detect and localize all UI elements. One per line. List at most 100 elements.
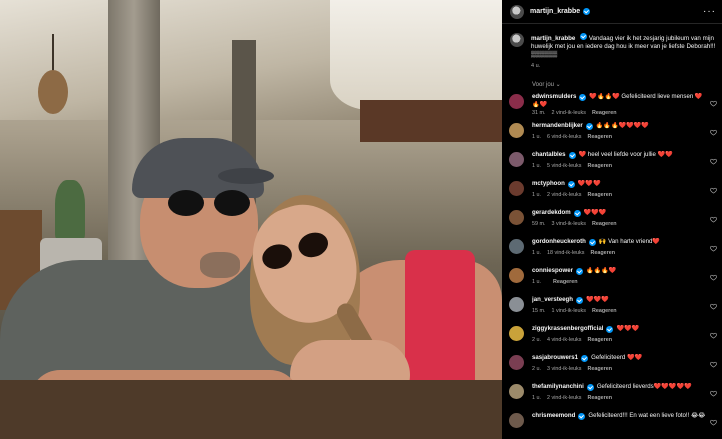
caption-username[interactable]: martijn_krabbe	[531, 35, 575, 42]
commenter-avatar[interactable]	[509, 94, 524, 109]
comment-time: 59 m.	[532, 221, 546, 227]
reply-button[interactable]: Reageren	[587, 134, 612, 140]
comment-row: mctyphoon ❤️❤️❤️ 1 u. 2 vind-ik-leuks Reager…	[502, 180, 722, 209]
commenter-username[interactable]: chantalbles	[532, 151, 566, 159]
comment-time: 31 m.	[532, 110, 546, 116]
heart-icon[interactable]	[710, 274, 717, 281]
heart-icon[interactable]	[710, 390, 717, 397]
comment-time: 1 u.	[532, 395, 541, 401]
post-header: martijn_krabbe ···	[502, 0, 722, 24]
comment-body: conniespower 🔥🔥🔥❤️ 1 u. Reageren	[532, 267, 707, 296]
comment-row: gordonheuckeroth 🙌 Van harte vriend❤️ 1 u.…	[502, 238, 722, 267]
heart-icon[interactable]	[710, 419, 717, 426]
photo-roof-wood	[360, 100, 502, 142]
comment-meta: 1 u. Reageren	[532, 279, 707, 285]
reply-button[interactable]: Reageren	[587, 163, 612, 169]
comment-text: ❤️❤️❤️	[616, 325, 640, 332]
commenter-avatar[interactable]	[509, 239, 524, 254]
comment-sort-label[interactable]: Voor jou ⌄	[532, 81, 561, 88]
comment-row: chrismeemond Gefeliciteerd!!! En wat een …	[502, 412, 722, 439]
reply-button[interactable]: Reageren	[587, 337, 612, 343]
commenter-avatar[interactable]	[509, 413, 524, 428]
heart-icon[interactable]	[710, 303, 717, 310]
comment-row: gerardekdom ❤️❤️❤️ 59 m. 3 vind-ik-leuks Rea…	[502, 209, 722, 238]
comment-line: edwinsmulders ❤️🔥🔥❤️ Gefeliciteerd lieve …	[532, 93, 707, 101]
comment-likes[interactable]: 6 vind-ik-leuks	[547, 134, 581, 140]
comment-body: thefamilynanchini Gefeliciteerd lieverds❤…	[532, 383, 707, 412]
reply-button[interactable]: Reageren	[592, 308, 617, 314]
commenter-username[interactable]: jan_versteegh	[532, 296, 573, 304]
comment-time: 1 u.	[532, 250, 541, 256]
reply-button[interactable]: Reageren	[553, 279, 578, 285]
comment-line: sasjabrouwers1 Gefeliciteerd ❤️❤️	[532, 354, 707, 362]
comment-text: ❤️ heel veel liefde voor jullie ❤️❤️	[578, 151, 673, 158]
commenter-avatar[interactable]	[509, 152, 524, 167]
commenter-username[interactable]: gerardekdom	[532, 209, 571, 217]
heart-icon[interactable]	[710, 216, 717, 223]
comment-likes[interactable]: 3 vind-ik-leuks	[547, 366, 581, 372]
commenter-avatar[interactable]	[509, 355, 524, 370]
heart-icon[interactable]	[710, 361, 717, 368]
commenter-avatar[interactable]	[509, 181, 524, 196]
heart-icon[interactable]	[710, 245, 717, 252]
commenter-avatar[interactable]	[509, 210, 524, 225]
comment-meta: 2 u. 3 vind-ik-leuks Reageren	[532, 366, 707, 372]
commenter-username[interactable]: chrismeemond	[532, 412, 575, 420]
comment-text: ❤️❤️❤️	[577, 180, 601, 187]
heart-icon[interactable]	[710, 332, 717, 339]
reply-button[interactable]: Reageren	[592, 110, 617, 116]
comment-likes[interactable]: 2 vind-ik-leuks	[551, 110, 585, 116]
comment-meta: 1 u. 2 vind-ik-leuks Reageren	[532, 192, 707, 198]
heart-icon[interactable]	[710, 187, 717, 194]
heart-icon[interactable]	[710, 129, 717, 136]
verified-badge-icon	[583, 8, 591, 15]
verified-badge-icon	[575, 267, 583, 275]
commenter-username[interactable]: sasjabrouwers1	[532, 354, 578, 362]
post-photo[interactable]	[0, 0, 502, 439]
photo-awning	[330, 0, 502, 110]
comment-meta: 31 m. 2 vind-ik-leuks Reageren	[532, 110, 707, 116]
commenter-avatar[interactable]	[509, 384, 524, 399]
more-icon[interactable]: ···	[703, 6, 716, 17]
reply-button[interactable]: Reageren	[590, 250, 615, 256]
comment-likes[interactable]: 3 vind-ik-leuks	[551, 221, 585, 227]
verified-badge-icon	[579, 93, 587, 101]
commenter-username[interactable]: mctyphoon	[532, 180, 565, 188]
verified-badge-icon	[581, 354, 589, 362]
comment-text: 🔥🔥🔥❤️❤️❤️❤️	[595, 122, 649, 129]
caption-avatar[interactable]	[510, 33, 524, 47]
commenter-avatar[interactable]	[509, 123, 524, 138]
commenter-username[interactable]: hermandenblijker	[532, 122, 583, 130]
commenter-username[interactable]: thefamilynanchini	[532, 383, 584, 391]
commenter-avatar[interactable]	[509, 297, 524, 312]
commenter-username[interactable]: edwinsmulders	[532, 93, 576, 101]
reply-button[interactable]: Reageren	[592, 221, 617, 227]
comment-body: sasjabrouwers1 Gefeliciteerd ❤️❤️ 2 u. 3 vi…	[532, 354, 707, 383]
comment-body: chantalbles ❤️ heel veel liefde voor jull…	[532, 151, 707, 180]
comment-row: jan_versteegh ❤️❤️❤️ 15 m. 1 vind-ik-leuks R…	[502, 296, 722, 325]
comment-likes[interactable]: 2 vind-ik-leuks	[547, 192, 581, 198]
heart-icon[interactable]	[710, 158, 717, 165]
comment-body: ziggykrassenbergofficial ❤️❤️❤️ 2 u. 4 vind…	[532, 325, 707, 354]
commenter-avatar[interactable]	[509, 268, 524, 283]
comment-line: gordonheuckeroth 🙌 Van harte vriend❤️	[532, 238, 707, 246]
author-avatar[interactable]	[510, 4, 524, 19]
photo-man-sunglasses	[168, 190, 254, 218]
commenter-username[interactable]: ziggykrassenbergofficial	[532, 325, 603, 333]
comment-meta: 2 u. 4 vind-ik-leuks Reageren	[532, 337, 707, 343]
author-username[interactable]: martijn_krabbe	[530, 8, 580, 15]
commenter-avatar[interactable]	[509, 326, 524, 341]
commenter-username[interactable]: gordonheuckeroth	[532, 238, 586, 246]
reply-button[interactable]: Reageren	[587, 395, 612, 401]
comment-likes[interactable]: 4 vind-ik-leuks	[547, 337, 581, 343]
reply-button[interactable]: Reageren	[587, 366, 612, 372]
comment-likes[interactable]: 18 vind-ik-leuks	[547, 250, 584, 256]
verified-badge-icon	[568, 151, 576, 159]
reply-button[interactable]: Reageren	[587, 192, 612, 198]
comment-likes[interactable]: 1 vind-ik-leuks	[551, 308, 585, 314]
commenter-username[interactable]: conniespower	[532, 267, 573, 275]
comment-time: 2 u.	[532, 337, 541, 343]
comment-likes[interactable]: 5 vind-ik-leuks	[547, 163, 581, 169]
comment-likes[interactable]: 2 vind-ik-leuks	[547, 395, 581, 401]
heart-icon[interactable]	[710, 100, 717, 107]
